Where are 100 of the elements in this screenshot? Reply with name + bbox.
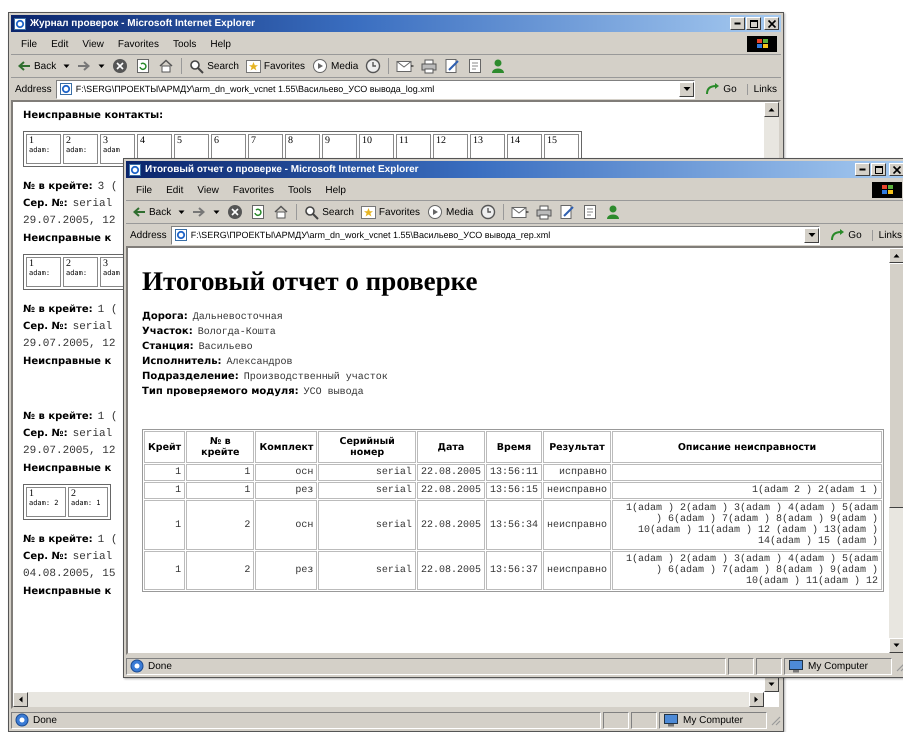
scroll-left-button[interactable] bbox=[13, 692, 28, 707]
dropdown-arrow-icon bbox=[808, 232, 816, 238]
menu-item[interactable]: Tools bbox=[282, 184, 318, 196]
table-cell: 13:56:15 bbox=[486, 482, 542, 499]
vertical-scrollbar[interactable] bbox=[889, 248, 903, 653]
zone-text: My Computer bbox=[808, 660, 868, 672]
links-button[interactable]: Links bbox=[746, 84, 777, 94]
scroll-up-button[interactable] bbox=[889, 248, 903, 263]
close-icon bbox=[766, 18, 776, 28]
close-button[interactable] bbox=[764, 17, 779, 30]
media-button[interactable]: Media bbox=[425, 202, 476, 222]
menu-item[interactable]: Favorites bbox=[112, 38, 165, 50]
up-arrow-icon bbox=[893, 253, 900, 258]
flag-logo-icon bbox=[872, 182, 902, 198]
date-text: 29.07.2005, 12 bbox=[23, 445, 116, 459]
table-cell: 1 bbox=[144, 500, 186, 550]
right-arrow-icon bbox=[754, 696, 759, 703]
close-button[interactable] bbox=[889, 163, 903, 176]
menu-item[interactable]: View bbox=[76, 38, 110, 50]
menu-item[interactable]: View bbox=[191, 184, 225, 196]
menu-item[interactable]: Tools bbox=[166, 38, 202, 50]
table-cell: осн bbox=[255, 500, 318, 550]
table-cell: осн bbox=[255, 464, 318, 481]
table-cell: 2 bbox=[186, 500, 254, 550]
field-label: № в крейте: bbox=[23, 304, 93, 315]
address-field[interactable]: F:\SERG\ПРОЕКТЫ\АРМДУ\arm_dn_work_vcnet 1.55\Васильево_УСО вывода_rep.xml bbox=[170, 226, 820, 244]
field-value: УСО вывода bbox=[304, 387, 364, 398]
contact-number: 1 bbox=[29, 258, 35, 269]
horizontal-scrollbar[interactable] bbox=[13, 692, 764, 707]
menu-item[interactable]: Help bbox=[204, 38, 237, 50]
date-text: 29.07.2005, 12 bbox=[23, 338, 116, 352]
table-cell: исправно bbox=[542, 464, 611, 481]
menu-item[interactable]: Edit bbox=[160, 184, 190, 196]
dropdown-arrow-icon bbox=[682, 86, 691, 92]
go-arrow-icon bbox=[705, 82, 722, 96]
favorites-button[interactable]: Favorites bbox=[244, 56, 308, 76]
maximize-button[interactable] bbox=[871, 163, 886, 176]
minimize-button[interactable] bbox=[730, 17, 745, 30]
column-header: Время bbox=[486, 431, 542, 463]
left-arrow-icon bbox=[18, 696, 23, 703]
go-button[interactable]: Go bbox=[699, 82, 743, 96]
contact-number: 11 bbox=[399, 135, 410, 146]
table-cell: 1 bbox=[186, 464, 254, 481]
back-button[interactable]: Back bbox=[15, 56, 58, 76]
search-icon bbox=[304, 204, 320, 220]
menu-item[interactable]: Edit bbox=[45, 38, 74, 50]
back-button[interactable]: Back bbox=[130, 202, 174, 222]
media-button[interactable]: Media bbox=[310, 56, 360, 76]
status-text: Done bbox=[148, 660, 172, 672]
scroll-thumb[interactable] bbox=[889, 263, 903, 508]
contact-number: 2 bbox=[71, 488, 77, 499]
field-label: Тип проверяемого модуля: bbox=[142, 386, 299, 397]
status-pane bbox=[756, 658, 782, 674]
column-header: Результат bbox=[542, 431, 611, 463]
contact-number: 3 bbox=[103, 258, 109, 269]
dropdown-button[interactable] bbox=[804, 228, 820, 242]
table-cell: неисправно bbox=[542, 551, 611, 590]
page-icon bbox=[128, 162, 142, 176]
table-cell: 1(adam ) 2(adam ) 3(adam ) 4(adam ) 5(adam ) 6(adam ) 7(adam ) 8(adam ) 9(adam ) 10(adam ) 11(adam ) 12 (adam ) 13(adam ) 14(adam ) 15 (adam ) bbox=[612, 500, 882, 550]
search-button[interactable]: Search bbox=[187, 56, 241, 76]
field-label: Сер. №: bbox=[23, 551, 68, 562]
menu-item[interactable]: Favorites bbox=[226, 184, 280, 196]
resize-grip-icon bbox=[769, 714, 781, 726]
contact-number: 2 bbox=[66, 258, 72, 269]
field-value: 1 ( bbox=[98, 304, 118, 316]
dropdown-button[interactable] bbox=[679, 82, 694, 96]
scroll-right-button[interactable] bbox=[749, 692, 764, 707]
minimize-button[interactable] bbox=[855, 163, 870, 176]
field-label: Подразделение: bbox=[142, 371, 239, 382]
address-label: Address bbox=[15, 84, 52, 94]
field-value: serial bbox=[72, 321, 112, 333]
back-arrow-icon bbox=[17, 60, 31, 72]
play-icon bbox=[427, 204, 444, 220]
field-value: Производственный участок bbox=[244, 372, 388, 383]
column-header: Серийный номер bbox=[318, 431, 416, 463]
menu-item[interactable]: Help bbox=[319, 184, 352, 196]
table-cell: 2 bbox=[186, 551, 254, 590]
address-field[interactable]: F:\SERG\ПРОЕКТЫ\АРМДУ\arm_dn_work_vcnet 1.55\Васильево_УСО вывода_log.xml bbox=[56, 80, 696, 98]
search-button[interactable]: Search bbox=[302, 202, 356, 222]
section-heading: Неисправные к bbox=[23, 463, 112, 474]
links-button[interactable]: Links bbox=[872, 230, 902, 240]
scroll-up-button[interactable] bbox=[764, 102, 779, 117]
table-cell: 13:56:34 bbox=[486, 500, 542, 550]
scroll-down-button[interactable] bbox=[889, 638, 903, 653]
go-button[interactable]: Go bbox=[824, 228, 868, 242]
field-value: 1 ( bbox=[98, 411, 118, 423]
field-value: 3 ( bbox=[98, 181, 118, 193]
field-value: serial bbox=[72, 198, 112, 210]
menu-item[interactable]: File bbox=[15, 38, 44, 50]
contact-number: 5 bbox=[177, 135, 183, 146]
scroll-down-button[interactable] bbox=[764, 677, 779, 692]
table-cell: рез bbox=[255, 551, 318, 590]
contact-number: 6 bbox=[214, 135, 220, 146]
maximize-button[interactable] bbox=[746, 17, 761, 30]
table-cell: 1(adam ) 2(adam ) 3(adam ) 4(adam ) 5(adam ) 6(adam ) 7(adam ) 8(adam ) 9(adam ) 10(adam ) 11(adam ) 12 bbox=[612, 551, 882, 590]
table-cell: 1 bbox=[186, 482, 254, 499]
field-label: Сер. №: bbox=[23, 428, 68, 439]
menu-item[interactable]: File bbox=[130, 184, 158, 196]
table-cell: 22.08.2005 bbox=[416, 500, 485, 550]
favorites-button[interactable]: Favorites bbox=[358, 202, 422, 222]
